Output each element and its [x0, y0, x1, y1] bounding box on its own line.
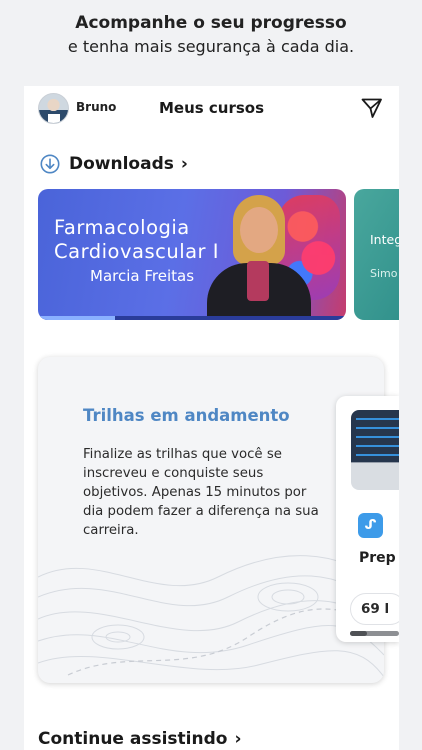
trail-progress-bar — [350, 631, 399, 636]
trail-thumbnail — [351, 410, 399, 490]
trail-lesson-count: 69 l — [350, 593, 399, 625]
promo-banner: Acompanhe o seu progresso e tenha mais s… — [0, 12, 422, 58]
course-author: Simo — [370, 267, 398, 280]
downloads-label: Downloads — [69, 154, 174, 174]
chevron-right-icon: › — [180, 154, 188, 174]
topographic-pattern — [38, 555, 384, 678]
course-card[interactable]: Farmacologia Cardiovascular I Marcia Fre… — [38, 189, 346, 320]
top-bar: Bruno Meus cursos — [24, 86, 399, 132]
trail-progress-fill — [350, 631, 368, 636]
chevron-right-icon: › — [234, 729, 242, 749]
trail-icon: ᔑ — [358, 513, 383, 538]
trail-name: Prep — [359, 550, 396, 566]
trails-description: Finalize as trilhas que você se inscreve… — [83, 447, 319, 538]
course-author: Marcia Freitas — [90, 267, 195, 285]
download-icon — [40, 154, 60, 174]
course-title: Integ e Cu — [370, 232, 399, 247]
course-progress-bar — [38, 316, 346, 320]
course-progress-fill — [38, 316, 115, 320]
trails-in-progress-panel: Trilhas em andamento Finalize as trilhas… — [38, 357, 384, 683]
downloads-link[interactable]: Downloads › — [40, 152, 188, 176]
app-screen: Bruno Meus cursos Downloads › Farmacolog… — [24, 86, 399, 750]
continue-watching-label: Continue assistindo — [38, 729, 228, 749]
trail-card[interactable]: ᔑ Prep 69 l — [336, 396, 399, 642]
promo-subtitle: e tenha mais segurança à cada dia. — [67, 37, 355, 56]
trails-title: Trilhas em andamento — [83, 406, 290, 425]
continue-watching-link[interactable]: Continue assistindo › — [38, 729, 241, 749]
promo-title: Acompanhe o seu progresso — [75, 13, 347, 33]
course-card-next[interactable]: Integ e Cu Simo — [354, 189, 399, 320]
presenter-photo — [203, 195, 313, 320]
page-title: Meus cursos — [158, 99, 265, 117]
send-icon[interactable] — [360, 96, 384, 120]
